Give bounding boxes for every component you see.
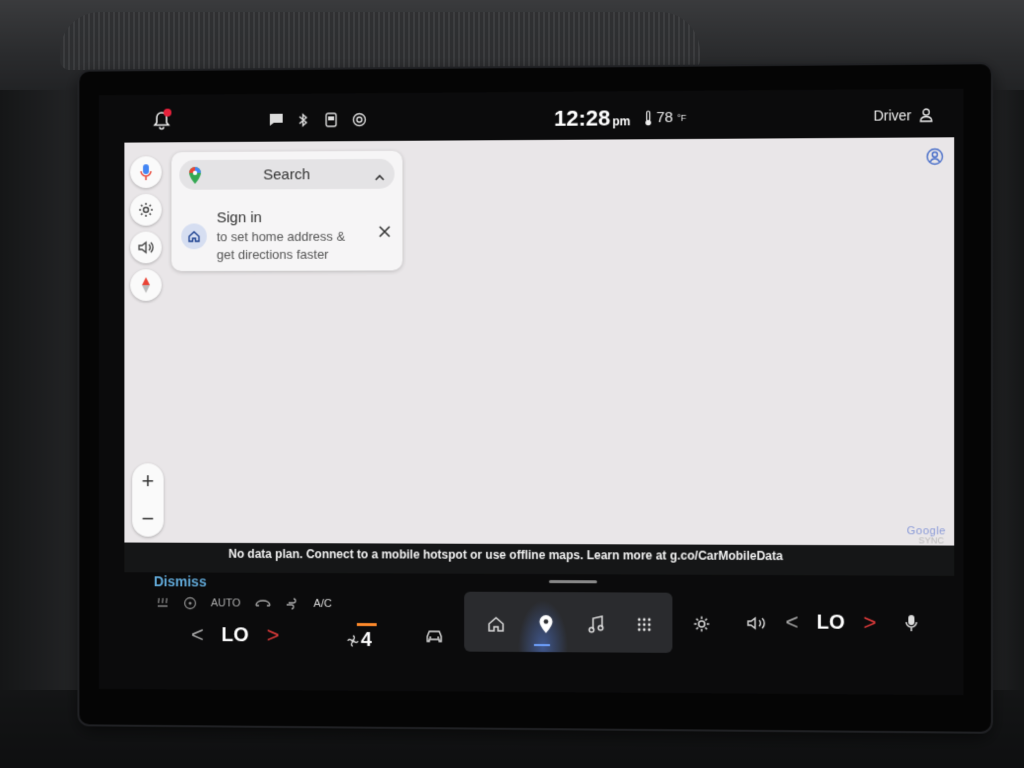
steering-wheel-heat-icon[interactable]: [183, 596, 197, 610]
media-button[interactable]: [584, 612, 608, 636]
active-app-underline: [533, 644, 550, 647]
search-label: Search: [263, 166, 311, 184]
sound-button[interactable]: [130, 231, 162, 264]
volume-button[interactable]: [747, 615, 767, 636]
outside-temperature: 78 °F: [644, 109, 686, 126]
volume-icon: [747, 615, 767, 631]
notice-message: No data plan. Connect to a mobile hotspo…: [228, 546, 783, 564]
sync-label[interactable]: SYNC: [918, 535, 944, 545]
map-view[interactable]: Search Sign in to set home address & get…: [124, 137, 955, 546]
vehicle-settings-button[interactable]: [693, 615, 711, 638]
driver-label: Driver: [873, 107, 912, 124]
fan-speed-control[interactable]: 4: [347, 629, 372, 652]
drag-handle[interactable]: [548, 580, 598, 584]
search-bar[interactable]: Search: [179, 158, 395, 190]
zoom-out-button[interactable]: −: [132, 501, 163, 537]
screen-bezel: 12:28 pm 78 °F Driver Search Sign in to …: [79, 64, 991, 732]
close-icon[interactable]: [379, 225, 391, 243]
status-bar: 12:28 pm 78 °F Driver: [99, 89, 963, 145]
bottom-dock: AUTO A/C < LO > 4 < LO >: [99, 590, 963, 695]
voice-search-button[interactable]: [130, 156, 162, 189]
home-icon: [488, 617, 505, 633]
compass-icon: [142, 277, 150, 294]
zoom-controls: + −: [132, 463, 164, 537]
temperature-unit: °F: [677, 112, 687, 123]
clock-time: 12:28: [553, 105, 611, 131]
person-icon: [920, 108, 933, 122]
temperature-value: 78: [656, 108, 674, 127]
status-icons: [268, 111, 367, 128]
home-icon: [181, 223, 207, 250]
seat-heat-icon[interactable]: [156, 596, 170, 610]
auto-climate-button[interactable]: AUTO: [211, 597, 241, 609]
signin-title[interactable]: Sign in: [217, 209, 262, 226]
speaker-icon: [138, 240, 154, 254]
right-temp-value: LO: [816, 611, 845, 634]
zoom-in-button[interactable]: +: [132, 463, 163, 499]
left-temp-decrease-button[interactable]: <: [191, 622, 204, 648]
voice-assistant-button[interactable]: [905, 614, 917, 637]
grid-icon: [637, 618, 651, 632]
compass-button[interactable]: [130, 269, 162, 301]
right-temperature-control: < LO >: [785, 609, 876, 636]
dismiss-button[interactable]: Dismiss: [154, 573, 207, 589]
map-side-buttons: [130, 156, 162, 301]
left-temp-increase-button[interactable]: >: [267, 623, 280, 649]
settings-button[interactable]: [130, 193, 162, 226]
signin-subtitle: to set home address & get directions fas…: [216, 228, 346, 263]
fan-icon: [347, 634, 359, 646]
left-temperature-control: < LO >: [191, 622, 279, 648]
home-button[interactable]: [484, 612, 508, 636]
infotainment-screen: 12:28 pm 78 °F Driver Search Sign in to …: [98, 88, 964, 696]
right-temp-decrease-button[interactable]: <: [785, 609, 798, 635]
navigation-button[interactable]: [534, 612, 558, 636]
app-launcher-button[interactable]: [632, 613, 656, 637]
chevron-up-icon[interactable]: [375, 168, 385, 186]
recirculation-icon[interactable]: [254, 598, 272, 610]
gear-icon: [693, 615, 711, 633]
location-pin-icon: [539, 614, 553, 633]
gear-icon: [138, 202, 154, 218]
clock-ampm: pm: [612, 114, 631, 129]
microphone-icon: [905, 615, 917, 632]
bluetooth-icon: [296, 112, 312, 128]
clock: 12:28 pm: [554, 105, 630, 132]
car-icon[interactable]: [424, 629, 444, 648]
ac-button[interactable]: A/C: [314, 598, 332, 610]
speaker-grille: [60, 12, 700, 70]
notification-dot: [163, 108, 172, 117]
phone-icon: [323, 111, 339, 127]
hvac-row: AUTO A/C: [156, 596, 332, 611]
notification-bell-icon[interactable]: [152, 108, 172, 131]
account-icon[interactable]: [926, 147, 944, 170]
right-temp-increase-button[interactable]: >: [863, 610, 876, 636]
fan-level-indicator: [356, 623, 377, 627]
app-dock: [464, 591, 673, 653]
thermometer-icon: [644, 110, 652, 126]
fan-speed-value: 4: [360, 629, 372, 651]
android-auto-icon: [351, 111, 367, 127]
left-temp-value: LO: [221, 623, 249, 646]
search-card: Search Sign in to set home address & get…: [171, 150, 403, 272]
message-icon: [268, 112, 284, 128]
music-note-icon: [588, 615, 604, 633]
airflow-icon[interactable]: [286, 597, 300, 611]
data-plan-notice: No data plan. Connect to a mobile hotspo…: [124, 535, 955, 576]
microphone-icon: [140, 164, 152, 181]
driver-profile[interactable]: Driver: [873, 107, 932, 124]
